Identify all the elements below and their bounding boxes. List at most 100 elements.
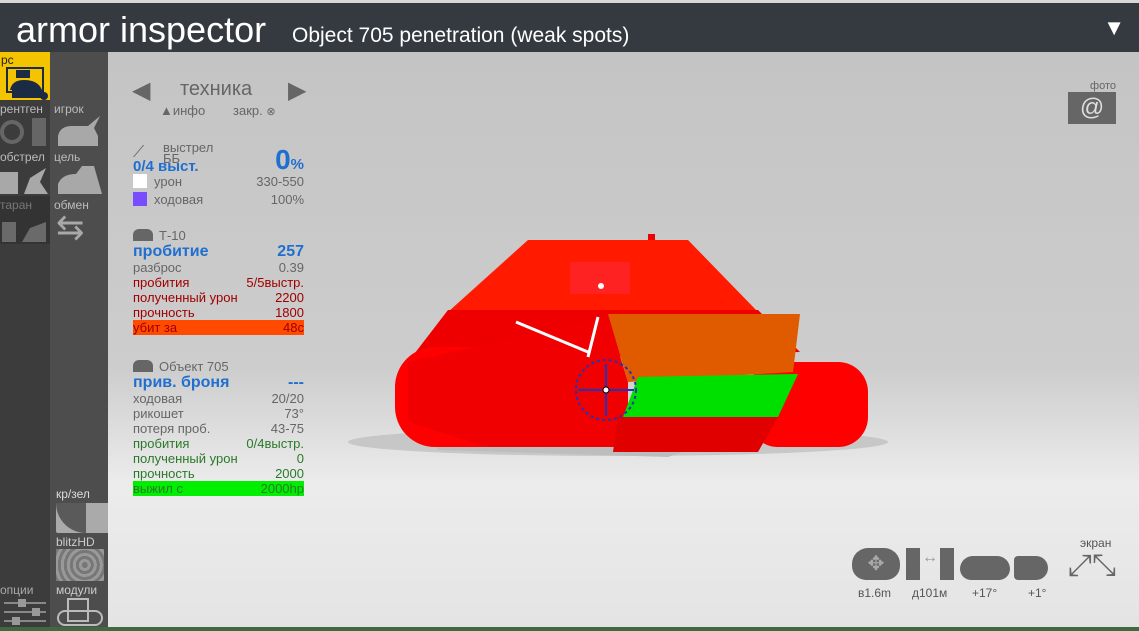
sidebar-item-options[interactable]: опции bbox=[0, 583, 50, 629]
blitzhd-preview bbox=[56, 549, 104, 581]
camera-icon: @ bbox=[1068, 92, 1116, 124]
xray-tank-icon bbox=[0, 118, 46, 146]
armor-label: прив. броня bbox=[133, 374, 230, 391]
row-value: 2200 bbox=[275, 290, 304, 305]
sidebar-item-modules[interactable]: модули bbox=[54, 583, 108, 629]
row-value: 73° bbox=[284, 406, 304, 421]
row-value: 0/4выстр. bbox=[246, 436, 304, 451]
viewport[interactable] bbox=[108, 52, 1139, 628]
sidebar-item-label: blitzHD bbox=[56, 535, 95, 549]
photo-label: фото bbox=[1090, 80, 1116, 92]
row-value: 20/20 bbox=[271, 391, 304, 406]
row-value: 330-550 bbox=[256, 174, 304, 189]
row-value: 1800 bbox=[275, 305, 304, 320]
row-label: прочность bbox=[133, 305, 195, 320]
target-panel: Объект 705 прив. броня --- ходовая 20/20 р… bbox=[133, 358, 304, 496]
angle-value: +17° bbox=[972, 586, 998, 600]
bottom-border bbox=[0, 627, 1139, 631]
spread-value: 0.39 bbox=[278, 260, 304, 275]
tank-angle-icon bbox=[960, 556, 1010, 580]
row-label: потеря проб. bbox=[133, 421, 211, 436]
page-subtitle: Object 705 penetration (weak spots) bbox=[292, 24, 630, 47]
screen-label: экран bbox=[1080, 536, 1112, 550]
sidebar-item-label: обстрел bbox=[0, 150, 45, 164]
tank-monitor-icon bbox=[6, 67, 48, 100]
distance-control[interactable]: ↔ д101м bbox=[906, 548, 956, 600]
sidebar-item-red-green[interactable]: кр/зел bbox=[54, 485, 108, 533]
attacker-panel: Т-10 пробитие 257 разброс 0.39 пробития 5/5… bbox=[133, 227, 304, 335]
row-value: 100% bbox=[270, 192, 304, 207]
killed-bar: убит за 48с bbox=[133, 320, 304, 335]
angle-control[interactable]: +17° bbox=[960, 548, 1012, 600]
survived-bar: выжил с 2000hp bbox=[133, 481, 304, 496]
pen-value: 257 bbox=[277, 243, 304, 260]
fullscreen-icon: ⤢⤡ bbox=[1068, 549, 1116, 582]
nav-title: техника bbox=[180, 78, 253, 100]
tank-move-icon: ✥ bbox=[852, 548, 900, 580]
sidebar-item-blitzhd[interactable]: blitzHD bbox=[54, 533, 108, 583]
sidebar-item-label: модули bbox=[56, 583, 98, 597]
distance-icon: ↔ bbox=[906, 548, 954, 580]
tank-model[interactable] bbox=[108, 52, 1139, 628]
tank-icon bbox=[133, 229, 153, 241]
next-vehicle-button[interactable]: ▶ bbox=[288, 76, 306, 105]
triangle-down-icon[interactable]: ▼ bbox=[1103, 15, 1125, 41]
close-button[interactable]: закр. ⊗ bbox=[233, 103, 276, 118]
photo-button[interactable]: фото @ bbox=[1066, 80, 1118, 126]
swap-arrows-icon: ⇆ bbox=[56, 209, 85, 247]
row-label: пробития bbox=[133, 436, 190, 451]
penetration-percent: 0 bbox=[275, 144, 291, 175]
sidebar-item-label: опции bbox=[0, 583, 34, 597]
attacker-name: Т-10 bbox=[159, 227, 186, 243]
distance-value: д101м bbox=[912, 586, 948, 600]
row-value: 2000hp bbox=[260, 481, 304, 496]
height-control[interactable]: ✥ в1.6m bbox=[852, 548, 902, 600]
turret-rotate-icon bbox=[1014, 556, 1048, 580]
row-value: 48с bbox=[283, 320, 304, 335]
shots-count: 0/4 выст. bbox=[133, 158, 199, 175]
row-label: ходовая bbox=[154, 192, 204, 207]
angle-value: +1° bbox=[1028, 586, 1047, 600]
prev-vehicle-button[interactable]: ◀ bbox=[132, 76, 150, 105]
sidebar-item-ram[interactable]: таран bbox=[0, 196, 50, 244]
info-button[interactable]: ▲инфо bbox=[160, 103, 205, 118]
sidebar-item-label: рентген bbox=[0, 102, 43, 116]
target-name: Объект 705 bbox=[159, 358, 229, 374]
row-label: прочность bbox=[133, 466, 195, 481]
row-label: полученный урон bbox=[133, 451, 238, 466]
modules-icon bbox=[57, 598, 103, 626]
row-label: ходовая bbox=[133, 391, 183, 406]
app-title: armor inspector bbox=[16, 9, 267, 50]
pen-label: пробитие bbox=[133, 243, 209, 260]
tank-icon bbox=[133, 360, 153, 372]
title-bar: armor inspector Object 705 penetration (… bbox=[0, 0, 1139, 52]
sidebar-item-pc[interactable]: pc bbox=[0, 52, 50, 100]
sidebar-item-target[interactable]: цель bbox=[50, 148, 108, 196]
row-value: 0 bbox=[296, 451, 304, 466]
sliders-icon bbox=[4, 599, 46, 625]
row-value: 2000 bbox=[275, 466, 304, 481]
sidebar-item-shelling[interactable]: обстрел bbox=[0, 148, 50, 196]
white-swatch bbox=[133, 174, 147, 188]
shelling-icon bbox=[0, 168, 48, 194]
sidebar-item-player[interactable]: игрок bbox=[50, 100, 108, 148]
sidebar-item-label: кр/зел bbox=[56, 487, 90, 501]
sidebar-item-xray[interactable]: рентген bbox=[0, 100, 50, 148]
spread-label: разброс bbox=[133, 260, 182, 275]
color-mode-swatch bbox=[56, 503, 108, 533]
purple-swatch bbox=[133, 192, 147, 206]
ram-icon bbox=[2, 222, 46, 242]
target-tank-icon bbox=[58, 166, 102, 194]
row-label: полученный урон bbox=[133, 290, 238, 305]
sidebar-item-label: pc bbox=[1, 53, 14, 67]
row-label: выжил с bbox=[133, 481, 183, 496]
fullscreen-button[interactable]: ⤢⤡ bbox=[1068, 550, 1118, 582]
shot-panel: ⟋ выстрел ББ 0/4 выст. 0% урон 330-550 хо… bbox=[133, 140, 304, 207]
sidebar-item-label: таран bbox=[0, 198, 33, 212]
turret-angle-control[interactable]: +1° bbox=[1014, 548, 1066, 600]
tracks-row: ходовая 100% bbox=[133, 192, 304, 207]
sidebar-item-swap[interactable]: обмен ⇆ bbox=[50, 196, 108, 247]
row-label: урон bbox=[154, 174, 182, 189]
row-value: 5/5выстр. bbox=[246, 275, 304, 290]
close-icon: ⊗ bbox=[266, 106, 276, 118]
